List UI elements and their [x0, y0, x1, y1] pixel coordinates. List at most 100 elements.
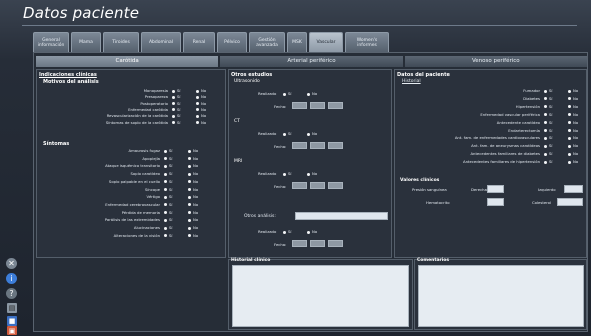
study-3-no-radio[interactable]: No	[307, 171, 317, 176]
tab-5[interactable]: Renal	[183, 32, 215, 52]
reason-1-si-radio[interactable]: Sí	[172, 88, 180, 93]
colesterol-input[interactable]	[557, 198, 583, 206]
date-field[interactable]	[310, 142, 325, 149]
date-field[interactable]	[310, 102, 325, 109]
patient-3-no-radio[interactable]: No	[568, 104, 578, 109]
symptom-12-si-radio[interactable]: Sí	[164, 233, 172, 238]
patient-9-si-radio[interactable]: Sí	[544, 151, 552, 156]
tab-2[interactable]: Mama	[71, 32, 101, 52]
patient-2-si-radio[interactable]: Sí	[544, 96, 552, 101]
date-field[interactable]	[292, 240, 307, 247]
reason-2-no-radio[interactable]: No	[196, 94, 206, 99]
symptom-6-si-radio[interactable]: Sí	[164, 187, 172, 192]
subtab-1[interactable]: Carótida	[36, 56, 219, 67]
printer-icon[interactable]: ▣	[7, 326, 17, 335]
date-field[interactable]	[328, 102, 343, 109]
patient-1-si-radio[interactable]: Sí	[544, 88, 552, 93]
symptom-2-no-radio[interactable]: No	[188, 156, 198, 161]
patient-2-no-radio[interactable]: No	[568, 96, 578, 101]
patient-1-no-radio[interactable]: No	[568, 88, 578, 93]
tab-3[interactable]: Tiroides	[103, 32, 139, 52]
hematocrito-input[interactable]	[487, 198, 504, 206]
tab-9[interactable]: Vascular	[309, 32, 343, 52]
symptom-12-no-radio[interactable]: No	[188, 233, 198, 238]
symptom-11-si-radio[interactable]: Sí	[164, 225, 172, 230]
symptom-7-si-radio[interactable]: Sí	[164, 194, 172, 199]
patient-3-si-radio[interactable]: Sí	[544, 104, 552, 109]
patient-7-si-radio[interactable]: Sí	[544, 135, 552, 140]
patient-10-si-radio[interactable]: Sí	[544, 159, 552, 164]
patient-5-si-radio[interactable]: Sí	[544, 120, 552, 125]
symptom-1-si-radio[interactable]: Sí	[164, 148, 172, 153]
clinical-history-textarea[interactable]	[232, 265, 409, 327]
patient-8-si-radio[interactable]: Sí	[544, 143, 552, 148]
patient-4-no-radio[interactable]: No	[568, 112, 578, 117]
save-icon[interactable]: ■	[7, 316, 17, 326]
patient-4-si-radio[interactable]: Sí	[544, 112, 552, 117]
study-3-si-radio[interactable]: Sí	[283, 171, 291, 176]
derecha-input[interactable]	[487, 185, 504, 193]
symptom-4-no-radio[interactable]: No	[188, 171, 198, 176]
other-analysis-input[interactable]	[295, 212, 388, 220]
symptom-3-no-radio[interactable]: No	[188, 163, 198, 168]
reason-4-si-radio[interactable]: Sí	[172, 107, 180, 112]
symptom-10-si-radio[interactable]: Sí	[164, 217, 172, 222]
reason-6-no-radio[interactable]: No	[196, 120, 206, 125]
comments-textarea[interactable]	[418, 265, 584, 327]
study-1-si-radio[interactable]: Sí	[283, 91, 291, 96]
tab-10[interactable]: Women's informes	[345, 32, 389, 52]
date-field[interactable]	[292, 142, 307, 149]
symptom-7-no-radio[interactable]: No	[188, 194, 198, 199]
symptom-11-no-radio[interactable]: No	[188, 225, 198, 230]
subtab-3[interactable]: Venoso periférico	[404, 56, 587, 67]
symptom-4-si-radio[interactable]: Sí	[164, 171, 172, 176]
close-icon[interactable]: ✕	[6, 258, 17, 269]
date-field[interactable]	[292, 102, 307, 109]
tab-6[interactable]: Pélvico	[217, 32, 247, 52]
patient-6-si-radio[interactable]: Sí	[544, 128, 552, 133]
study-4-si-radio[interactable]: Sí	[283, 229, 291, 234]
symptom-9-no-radio[interactable]: No	[188, 210, 198, 215]
tab-7[interactable]: Gestión avanzada	[249, 32, 285, 52]
date-field[interactable]	[328, 142, 343, 149]
symptom-5-no-radio[interactable]: No	[188, 179, 198, 184]
reason-4-no-radio[interactable]: No	[196, 107, 206, 112]
symptom-6-no-radio[interactable]: No	[188, 187, 198, 192]
date-field[interactable]	[310, 182, 325, 189]
study-2-no-radio[interactable]: No	[307, 131, 317, 136]
device-icon[interactable]: ▤	[7, 303, 17, 313]
symptom-8-no-radio[interactable]: No	[188, 202, 198, 207]
reason-2-si-radio[interactable]: Sí	[172, 94, 180, 99]
patient-10-no-radio[interactable]: No	[568, 159, 578, 164]
patient-8-no-radio[interactable]: No	[568, 143, 578, 148]
reason-3-si-radio[interactable]: Sí	[172, 101, 180, 106]
symptom-2-si-radio[interactable]: Sí	[164, 156, 172, 161]
patient-5-no-radio[interactable]: No	[568, 120, 578, 125]
izquierda-input[interactable]	[564, 185, 583, 193]
date-field[interactable]	[310, 240, 325, 247]
study-2-si-radio[interactable]: Sí	[283, 131, 291, 136]
tab-8[interactable]: MSK	[287, 32, 307, 52]
symptom-8-si-radio[interactable]: Sí	[164, 202, 172, 207]
study-1-no-radio[interactable]: No	[307, 91, 317, 96]
patient-6-no-radio[interactable]: No	[568, 128, 578, 133]
symptom-1-no-radio[interactable]: No	[188, 148, 198, 153]
date-field[interactable]	[292, 182, 307, 189]
symptom-3-si-radio[interactable]: Sí	[164, 163, 172, 168]
reason-5-no-radio[interactable]: No	[196, 113, 206, 118]
patient-7-no-radio[interactable]: No	[568, 135, 578, 140]
reason-3-no-radio[interactable]: No	[196, 101, 206, 106]
tab-4[interactable]: Abdominal	[141, 32, 181, 52]
patient-9-no-radio[interactable]: No	[568, 151, 578, 156]
reason-5-si-radio[interactable]: Sí	[172, 113, 180, 118]
reason-1-no-radio[interactable]: No	[196, 88, 206, 93]
subtab-2[interactable]: Arterial periférico	[220, 56, 403, 67]
history-link[interactable]: Historial	[402, 79, 421, 84]
date-field[interactable]	[328, 240, 343, 247]
reason-6-si-radio[interactable]: Sí	[172, 120, 180, 125]
help-icon[interactable]: ?	[6, 288, 17, 299]
info-icon[interactable]: i	[6, 273, 17, 284]
symptom-10-no-radio[interactable]: No	[188, 217, 198, 222]
tab-1[interactable]: General información	[33, 32, 69, 52]
symptom-9-si-radio[interactable]: Sí	[164, 210, 172, 215]
